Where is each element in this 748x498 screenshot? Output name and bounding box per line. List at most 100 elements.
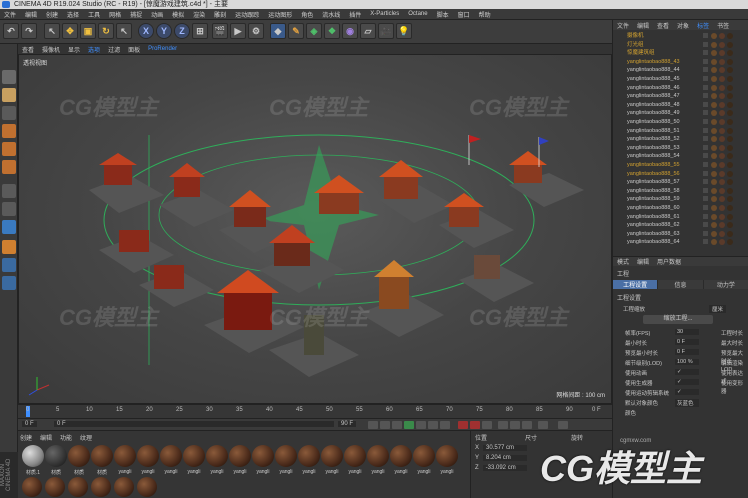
material-swatch[interactable] (114, 445, 136, 467)
menu-render[interactable]: 渲染 (193, 10, 205, 19)
enable-axis-icon[interactable] (2, 184, 16, 198)
material-swatch[interactable] (45, 477, 65, 497)
make-editable-icon[interactable] (2, 70, 16, 84)
material-swatch[interactable] (183, 445, 205, 467)
material-swatch[interactable] (298, 445, 320, 467)
object-row[interactable]: 灯光组 (613, 41, 748, 49)
material-tag-icon[interactable] (727, 196, 733, 203)
snap-icon[interactable] (2, 220, 16, 234)
material-tag-icon[interactable] (719, 33, 725, 39)
scale-project-button[interactable]: 缩放工程... (643, 315, 713, 324)
material-tag-icon[interactable] (727, 205, 733, 211)
obj-tab-file[interactable]: 文件 (617, 21, 629, 30)
material-tag-icon[interactable] (711, 119, 717, 125)
deformer-icon[interactable]: ◉ (342, 23, 358, 39)
material-tag-icon[interactable] (719, 50, 725, 57)
recent-tools-icon[interactable]: ↖ (116, 23, 132, 39)
menu-create[interactable]: 创建 (46, 10, 58, 19)
obj-tab-tags[interactable]: 标签 (697, 21, 709, 30)
record-icon[interactable] (458, 421, 468, 429)
attr-subtab-project-settings[interactable]: 工程设置 (613, 280, 659, 289)
tweak-mode-icon[interactable] (2, 202, 16, 216)
material-tag-icon[interactable] (719, 136, 725, 143)
material-swatch[interactable] (68, 445, 90, 467)
material-tag-icon[interactable] (711, 205, 717, 211)
attr-tab-mode[interactable]: 模式 (617, 257, 629, 266)
material-tag-icon[interactable] (711, 196, 717, 203)
object-row[interactable]: yanglintaobao888_64 (613, 238, 748, 246)
object-row[interactable]: yanglintaobao888_56 (613, 170, 748, 178)
material-tag-icon[interactable] (727, 33, 733, 39)
visibility-toggle[interactable] (703, 110, 708, 116)
object-row[interactable]: yanglintaobao888_61 (613, 213, 748, 221)
material-tag-icon[interactable] (727, 119, 733, 125)
vp-menu-panel[interactable]: 面板 (128, 45, 140, 54)
material-tag-icon[interactable] (727, 213, 733, 220)
material-tag-icon[interactable] (719, 93, 725, 100)
material-swatch[interactable] (344, 445, 366, 467)
position-key-icon[interactable] (498, 421, 508, 429)
pen-spline-icon[interactable]: ✎ (288, 23, 304, 39)
material-swatch[interactable] (252, 445, 274, 467)
vp-menu-filter[interactable]: 过滤 (108, 45, 120, 54)
mat-tab-edit[interactable]: 编辑 (40, 433, 52, 442)
object-row[interactable]: yanglintaobao888_43 (613, 58, 748, 66)
visibility-toggle[interactable] (703, 33, 708, 38)
material-tag-icon[interactable] (727, 101, 733, 108)
live-select-icon[interactable]: ↖ (44, 23, 60, 39)
material-swatch[interactable] (321, 445, 343, 467)
coordinate-system-icon[interactable]: ⊞ (192, 23, 208, 39)
obj-tab-bookmarks[interactable]: 书签 (717, 21, 729, 30)
material-tag-icon[interactable] (711, 50, 717, 57)
goto-end-icon[interactable] (440, 421, 450, 429)
material-tag-icon[interactable] (727, 239, 733, 246)
object-row[interactable]: yanglintaobao888_57 (613, 178, 748, 186)
object-row[interactable]: yanglintaobao888_63 (613, 230, 748, 238)
mat-tab-create[interactable]: 创建 (20, 433, 32, 442)
material-tag-icon[interactable] (719, 239, 725, 246)
goto-start-icon[interactable] (368, 421, 378, 429)
material-tag-icon[interactable] (727, 58, 733, 65)
model-mode-icon[interactable] (2, 88, 16, 102)
material-tag-icon[interactable] (719, 170, 725, 177)
material-tag-icon[interactable] (719, 213, 725, 220)
rotation-key-icon[interactable] (522, 421, 532, 429)
material-swatch[interactable] (68, 477, 88, 497)
material-swatch[interactable] (137, 477, 157, 497)
next-frame-icon[interactable] (416, 421, 426, 429)
visibility-toggle[interactable] (703, 239, 708, 245)
material-tag-icon[interactable] (719, 205, 725, 211)
material-tag-icon[interactable] (727, 127, 733, 134)
object-row[interactable]: yanglintaobao888_51 (613, 127, 748, 135)
texture-mode-icon[interactable] (2, 106, 16, 120)
visibility-toggle[interactable] (703, 153, 708, 159)
material-tag-icon[interactable] (719, 76, 725, 82)
attribute-value[interactable]: 0 F (675, 349, 699, 355)
material-tag-icon[interactable] (727, 93, 733, 100)
material-tag-icon[interactable] (727, 76, 733, 82)
visibility-toggle[interactable] (703, 144, 708, 150)
material-tag-icon[interactable] (727, 136, 733, 143)
object-row[interactable]: yanglintaobao888_60 (613, 204, 748, 212)
object-row[interactable]: yanglintaobao888_52 (613, 135, 748, 143)
attribute-value[interactable]: 0 F (675, 339, 699, 345)
material-tag-icon[interactable] (711, 41, 717, 48)
material-tag-icon[interactable] (719, 84, 725, 91)
menu-select[interactable]: 选择 (67, 10, 79, 19)
visibility-toggle[interactable] (703, 170, 708, 176)
material-swatch[interactable] (91, 445, 113, 467)
edges-mode-icon[interactable] (2, 142, 16, 156)
attr-subtab-dynamics[interactable]: 动力学 (703, 280, 748, 289)
material-tag-icon[interactable] (719, 101, 725, 108)
material-tag-icon[interactable] (711, 127, 717, 134)
material-tag-icon[interactable] (727, 162, 733, 168)
material-tag-icon[interactable] (711, 76, 717, 82)
visibility-toggle[interactable] (703, 213, 708, 219)
vp-menu-display[interactable]: 显示 (68, 45, 80, 54)
object-row[interactable]: 惊魔建筑组 (613, 49, 748, 57)
attr-tab-edit[interactable]: 编辑 (637, 257, 649, 266)
material-tag-icon[interactable] (711, 33, 717, 39)
attr-subtab-info[interactable]: 信息 (658, 280, 704, 289)
position-y-field[interactable]: 8.204 cm (483, 455, 528, 461)
cube-icon[interactable]: ◆ (270, 23, 286, 39)
